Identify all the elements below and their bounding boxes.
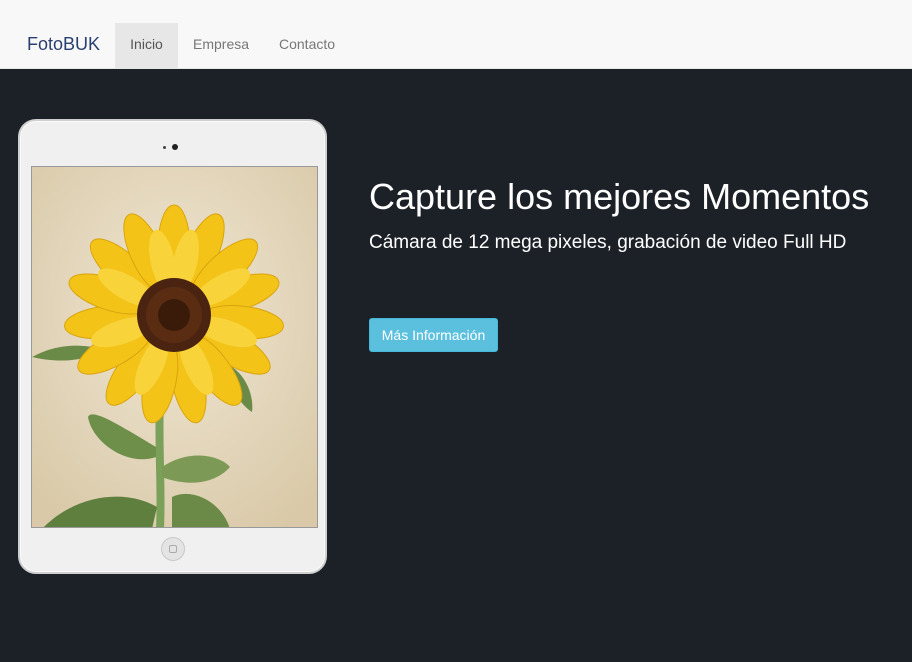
tablet-home-button xyxy=(161,537,185,561)
home-button-icon xyxy=(169,545,177,553)
top-navbar: FotoBUK Inicio Empresa Contacto xyxy=(0,0,912,69)
nav-item-empresa[interactable]: Empresa xyxy=(193,23,249,69)
sunflower-photo xyxy=(31,166,318,528)
tablet-camera xyxy=(172,144,178,150)
sunflower-illustration xyxy=(32,167,317,527)
nav-item-inicio[interactable]: Inicio xyxy=(115,23,178,69)
more-info-button[interactable]: Más Información xyxy=(369,318,498,352)
hero-subheadline: Cámara de 12 mega pixeles, grabación de … xyxy=(369,232,847,253)
tablet-sensor xyxy=(163,146,166,149)
brand-link[interactable]: FotoBUK xyxy=(27,34,100,55)
nav-item-contacto[interactable]: Contacto xyxy=(279,23,335,69)
tablet-device-image xyxy=(18,119,327,574)
hero-headline: Capture los mejores Momentos xyxy=(369,176,870,217)
